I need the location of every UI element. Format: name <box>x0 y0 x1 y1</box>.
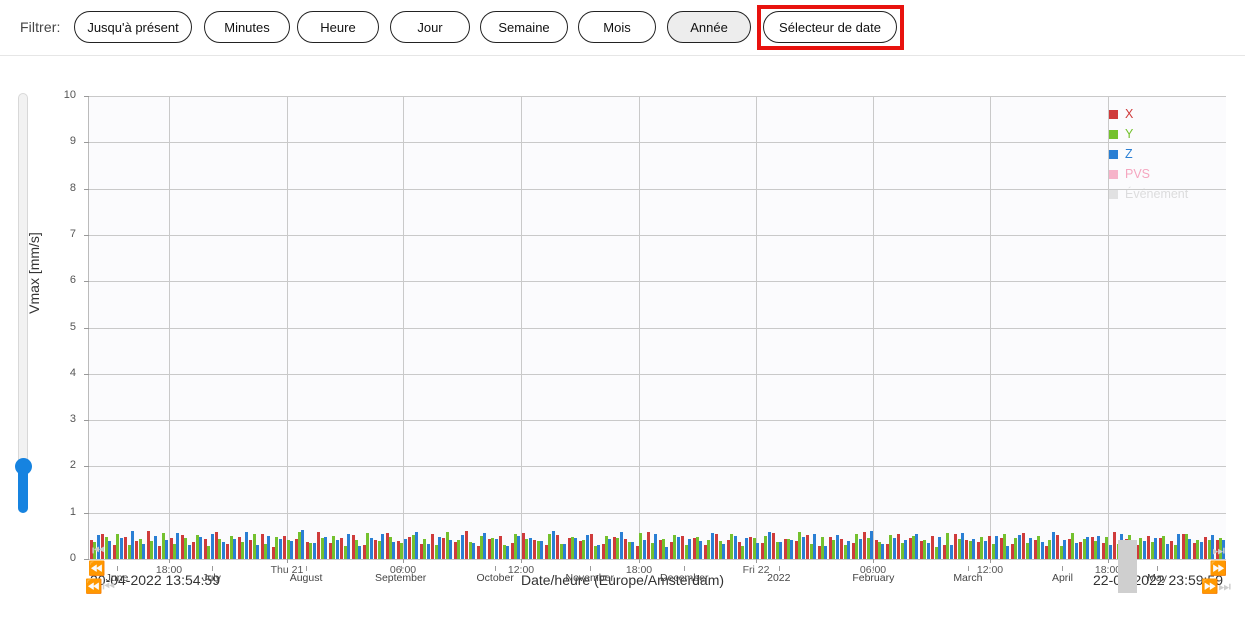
y-axis-tick-label: 5 <box>36 321 76 333</box>
navigator-tick-label: September <box>356 572 446 584</box>
y-axis-tick-mark <box>84 328 89 329</box>
navigator-tick-mark <box>968 566 969 571</box>
legend-item-x[interactable]: X <box>1109 104 1227 124</box>
gridline-horizontal <box>89 466 1226 467</box>
y-axis-tick-label: 6 <box>36 274 76 286</box>
legend-item-pvs[interactable]: PVS <box>1109 164 1227 184</box>
filter-label: Filtrer: <box>20 19 60 35</box>
legend-label: Z <box>1125 147 1133 161</box>
gridline-horizontal <box>89 374 1226 375</box>
y-axis-tick-label: 4 <box>36 367 76 379</box>
y-axis-tick-mark <box>84 281 89 282</box>
legend-item-vnement[interactable]: Événement <box>1109 184 1227 204</box>
gridline-horizontal <box>89 235 1226 236</box>
navigator-tick-label: December <box>639 572 729 584</box>
vibration-chart-page: Filtrer: Jusqu'à présent MinutesHeure Jour… <box>0 0 1245 628</box>
filter-button-mois[interactable]: Mois <box>578 11 656 43</box>
y-axis-tick-label: 2 <box>36 459 76 471</box>
navigator-tick-mark <box>1157 566 1158 571</box>
slider-handle[interactable] <box>15 458 32 475</box>
navigator-tick-label: August <box>261 572 351 584</box>
filter-button-annee[interactable]: Année <box>667 11 751 43</box>
y-axis-tick-label: 8 <box>36 182 76 194</box>
y-axis-tick-label: 1 <box>36 506 76 518</box>
y-axis-tick-label: 3 <box>36 413 76 425</box>
skip-to-end-icon[interactable]: ⏭ <box>1212 544 1225 558</box>
gridline-horizontal <box>89 142 1226 143</box>
navigator-tick-mark <box>306 566 307 571</box>
gridline-horizontal <box>89 281 1226 282</box>
y-axis-tick-mark <box>84 235 89 236</box>
legend-item-y[interactable]: Y <box>1109 124 1227 144</box>
legend-swatch-icon <box>1109 130 1118 139</box>
navigator-tick-label: 2022 <box>734 572 824 584</box>
gridline-vertical <box>873 96 874 559</box>
y-axis-tick-mark <box>84 142 89 143</box>
legend-label: Événement <box>1125 187 1188 201</box>
navigator-tick-mark <box>779 566 780 571</box>
navigator-tick-mark <box>1062 566 1063 571</box>
gridline-vertical <box>403 96 404 559</box>
gridline-vertical <box>287 96 288 559</box>
gridline-horizontal <box>89 513 1226 514</box>
navigator-tick-mark <box>684 566 685 571</box>
legend-swatch-icon <box>1109 150 1118 159</box>
legend-item-z[interactable]: Z <box>1109 144 1227 164</box>
legend-label: Y <box>1125 127 1133 141</box>
gridline-vertical <box>169 96 170 559</box>
navigator-tick-mark <box>495 566 496 571</box>
navigator-tick-label: October <box>450 572 540 584</box>
y-axis-tick-mark <box>84 466 89 467</box>
rewind-icon[interactable]: ⏪ <box>88 562 105 576</box>
filter-button-minutes[interactable]: Minutes <box>204 11 290 43</box>
y-axis-tick-label: 9 <box>36 135 76 147</box>
gridline-horizontal <box>89 189 1226 190</box>
navigator-tick-mark <box>212 566 213 571</box>
filter-button-jusqua-present[interactable]: Jusqu'à présent <box>74 11 192 43</box>
skip-to-start-icon[interactable]: ⏮ <box>92 544 105 558</box>
legend-label: PVS <box>1125 167 1150 181</box>
fast-forward-icon[interactable]: ⏩⏭ <box>1201 580 1231 594</box>
y-axis-tick-mark <box>84 374 89 375</box>
gridline-vertical <box>521 96 522 559</box>
navigator-tick-mark <box>401 566 402 571</box>
navigator-tick-label: April <box>1017 572 1107 584</box>
navigator-tick-label: July <box>167 572 257 584</box>
gridline-horizontal <box>89 328 1226 329</box>
filter-button-selecteur-date[interactable]: Sélecteur de date <box>763 11 897 43</box>
legend-swatch-icon <box>1109 170 1118 179</box>
filter-button-semaine[interactable]: Semaine <box>480 11 568 43</box>
chart-legend: XYZ PVS Événement <box>1109 104 1227 204</box>
fast-rewind-icon[interactable]: ⏪⏮ <box>85 580 115 594</box>
plot-area[interactable]: 012345678910 18:00Thu 2106:0012:0018:00F… <box>88 96 1226 559</box>
filter-button-heure[interactable]: Heure <box>297 11 379 43</box>
legend-label: X <box>1125 107 1133 121</box>
navigator-tick-label: March <box>923 572 1013 584</box>
gridline-vertical <box>756 96 757 559</box>
y-axis-tick-mark <box>84 420 89 421</box>
gridline-horizontal <box>89 96 1226 97</box>
gridline-vertical <box>990 96 991 559</box>
filter-bar: Filtrer: Jusqu'à présent MinutesHeure Jour… <box>0 0 1245 56</box>
navigator-tick-label: November <box>545 572 635 584</box>
navigator-tick-mark <box>873 566 874 571</box>
filter-button-jour[interactable]: Jour <box>390 11 470 43</box>
range-navigator[interactable]: JuneJulyAugustSeptemberOctoberNovemberDe… <box>0 540 1245 628</box>
forward-icon[interactable]: ⏩ <box>1210 562 1227 576</box>
y-axis-tick-mark <box>84 96 89 97</box>
y-axis-tick-label: 7 <box>36 228 76 240</box>
navigator-tick-mark <box>117 566 118 571</box>
y-axis-tick-label: 10 <box>36 89 76 101</box>
gridline-horizontal <box>89 420 1226 421</box>
range-selector-handle[interactable] <box>1118 540 1137 593</box>
y-axis-tick-mark <box>84 189 89 190</box>
navigator-tick-mark <box>590 566 591 571</box>
y-axis-tick-mark <box>84 513 89 514</box>
legend-swatch-icon <box>1109 110 1118 119</box>
legend-swatch-icon <box>1109 190 1118 199</box>
navigator-tick-label: February <box>828 572 918 584</box>
gridline-vertical <box>639 96 640 559</box>
